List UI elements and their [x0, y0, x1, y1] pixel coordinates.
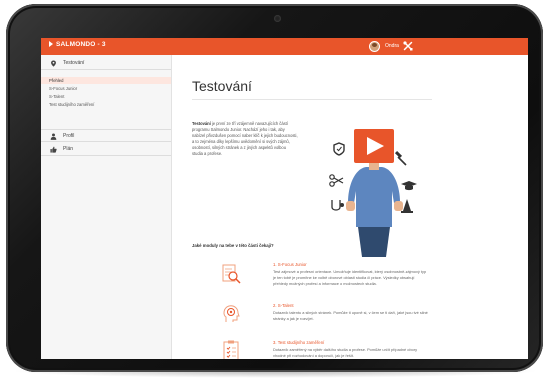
- module-title[interactable]: 3. Test studijního zaměření: [273, 340, 324, 345]
- sidebar-item-s-talent[interactable]: S-Talent: [41, 93, 171, 100]
- brand-label: SALMONDO - 3: [56, 41, 106, 48]
- intro-text: je první ze tří vzájemně navazujících čá…: [192, 121, 298, 156]
- module-description: Dotazník talentu a silných stránek. Pomů…: [273, 310, 428, 321]
- sidebar-section-profil[interactable]: Profil: [41, 129, 171, 142]
- person-figure: [346, 129, 403, 257]
- shield-icon: [333, 142, 345, 156]
- sidebar-item-test-studijniho-zamereni[interactable]: Test studijního zaměření: [41, 101, 171, 108]
- clipboard-list-icon: [223, 340, 239, 359]
- sidebar-section-label: Profil: [63, 133, 75, 139]
- sidebar-section-label: Plán: [63, 146, 74, 152]
- person-icon: [50, 133, 57, 140]
- graduation-cap-icon: [401, 181, 417, 191]
- tablet-device: SALMONDO - 3 Ondra Testování Přehled S-F…: [6, 4, 543, 372]
- user-avatar[interactable]: [369, 41, 380, 52]
- stethoscope-icon: [331, 200, 344, 211]
- hero-illustration: [329, 129, 417, 257]
- title-divider: [192, 99, 432, 100]
- sidebar-section-label: Testování: [63, 60, 85, 66]
- app-brand[interactable]: SALMONDO - 3: [49, 41, 106, 48]
- magnifier-document-icon: [222, 264, 241, 284]
- sidebar-section-plan[interactable]: Plán: [41, 143, 171, 156]
- module-title[interactable]: 1. S-Focus Junior: [273, 262, 307, 267]
- intro-bold: Testování: [192, 121, 211, 126]
- intro-paragraph: Testování je první ze tří vzájemně navaz…: [192, 121, 298, 157]
- thumbs-up-icon: [50, 146, 57, 153]
- modules-question: Jaké moduly na tebe v této části čekají?: [192, 243, 274, 248]
- module-description: Dotazník zaměřený na výběr dalšího studi…: [273, 347, 418, 358]
- sidebar: Testování Přehled S-Focus Junior S-Talen…: [41, 55, 172, 359]
- target-head-icon: [223, 305, 240, 322]
- hammer-icon: [394, 150, 407, 166]
- module-description: Test zájmové a profesní orientace. Umožň…: [273, 269, 427, 286]
- scissors-icon: [329, 174, 344, 187]
- tools-icon[interactable]: [403, 41, 413, 51]
- sidebar-section-testovani[interactable]: Testování: [41, 57, 171, 70]
- sidebar-item-prehled[interactable]: Přehled: [41, 77, 171, 84]
- module-title[interactable]: 2. S-Talent: [273, 303, 294, 308]
- user-name[interactable]: Ondra: [385, 43, 399, 49]
- sidebar-item-s-focus-junior[interactable]: S-Focus Junior: [41, 85, 171, 92]
- front-camera: [274, 15, 281, 22]
- app-header: SALMONDO - 3 Ondra: [41, 38, 528, 55]
- play-logo-icon: [49, 41, 53, 47]
- tablet-screen: SALMONDO - 3 Ondra Testování Přehled S-F…: [41, 38, 528, 359]
- main-content: Testování Testování je první ze tří vzáj…: [172, 55, 528, 359]
- page-title: Testování: [192, 78, 252, 94]
- map-pin-icon: [51, 60, 56, 67]
